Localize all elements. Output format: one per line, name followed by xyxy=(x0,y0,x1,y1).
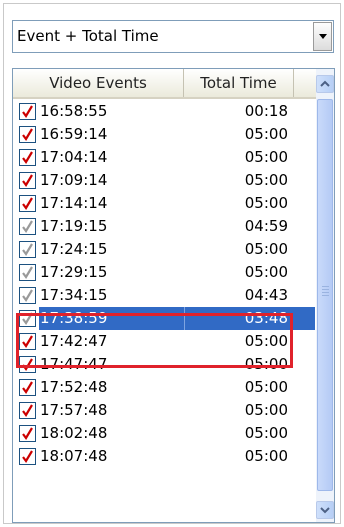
chevron-down-icon xyxy=(319,34,327,39)
video-events-list[interactable]: Video Events Total Time 16:58:55 00:18 16:… xyxy=(12,68,335,523)
event-checkbox[interactable] xyxy=(19,149,36,166)
event-total-time: 05:00 xyxy=(244,401,288,419)
column-header-video-events[interactable]: Video Events xyxy=(13,69,184,97)
event-total-time: 00:18 xyxy=(244,102,288,120)
event-total-time: 05:00 xyxy=(244,240,288,258)
event-checkbox[interactable] xyxy=(19,172,36,189)
event-total-time: 05:00 xyxy=(244,447,288,465)
event-checkbox[interactable] xyxy=(19,448,36,465)
event-checkbox[interactable] xyxy=(19,126,36,143)
checkmark-icon xyxy=(22,174,33,187)
checkmark-icon xyxy=(22,427,33,440)
dropdown-button[interactable] xyxy=(313,22,332,51)
event-time: 17:04:14 xyxy=(40,148,108,166)
table-row[interactable]: 17:09:14 05:00 xyxy=(13,169,317,192)
event-total-time: 05:00 xyxy=(244,378,288,396)
table-row[interactable]: 18:02:48 05:00 xyxy=(13,422,317,445)
checkmark-icon xyxy=(22,105,33,118)
checkmark-icon xyxy=(22,381,33,394)
event-time: 17:57:48 xyxy=(40,401,108,419)
list-header: Video Events Total Time xyxy=(13,69,317,99)
event-time: 16:59:14 xyxy=(40,125,108,143)
view-mode-selected: Event + Total Time xyxy=(17,27,159,45)
thumb-grip-line xyxy=(322,292,329,293)
event-panel: Event + Total Time Video Events Total Ti… xyxy=(3,3,341,524)
event-checkbox[interactable] xyxy=(19,402,36,419)
highlight-box xyxy=(16,313,293,368)
event-time: 18:02:48 xyxy=(40,424,108,442)
event-checkbox[interactable] xyxy=(19,195,36,212)
table-row[interactable]: 17:04:14 05:00 xyxy=(13,146,317,169)
event-checkbox[interactable] xyxy=(19,241,36,258)
scroll-thumb[interactable] xyxy=(317,99,333,491)
checkmark-icon xyxy=(22,128,33,141)
table-row[interactable]: 16:58:55 00:18 xyxy=(13,100,317,123)
scroll-up-button[interactable] xyxy=(316,75,334,93)
event-time: 17:29:15 xyxy=(40,263,108,281)
event-checkbox[interactable] xyxy=(19,264,36,281)
table-row[interactable]: 17:57:48 05:00 xyxy=(13,399,317,422)
table-row[interactable]: 17:24:15 05:00 xyxy=(13,238,317,261)
event-time: 17:19:15 xyxy=(40,217,108,235)
table-row[interactable]: 18:07:48 05:00 xyxy=(13,445,317,468)
event-checkbox[interactable] xyxy=(19,287,36,304)
event-checkbox[interactable] xyxy=(19,379,36,396)
checkmark-icon xyxy=(22,450,33,463)
table-row[interactable]: 16:59:14 05:00 xyxy=(13,123,317,146)
vertical-scrollbar[interactable] xyxy=(316,69,334,522)
event-total-time: 05:00 xyxy=(244,125,288,143)
event-time: 17:24:15 xyxy=(40,240,108,258)
thumb-grip-line xyxy=(322,286,329,287)
event-total-time: 05:00 xyxy=(244,171,288,189)
thumb-grip-line xyxy=(322,295,329,296)
scroll-down-button[interactable] xyxy=(316,501,334,519)
table-row[interactable]: 17:52:48 05:00 xyxy=(13,376,317,399)
view-mode-dropdown[interactable]: Event + Total Time xyxy=(12,20,334,53)
table-row[interactable]: 17:19:15 04:59 xyxy=(13,215,317,238)
table-row[interactable]: 17:29:15 05:00 xyxy=(13,261,317,284)
event-total-time: 04:43 xyxy=(244,286,288,304)
event-time: 16:58:55 xyxy=(40,102,108,120)
event-time: 17:52:48 xyxy=(40,378,108,396)
checkmark-icon xyxy=(22,266,33,279)
table-row[interactable]: 17:34:15 04:43 xyxy=(13,284,317,307)
event-total-time: 05:00 xyxy=(244,194,288,212)
checkmark-icon xyxy=(22,197,33,210)
event-checkbox[interactable] xyxy=(19,103,36,120)
checkmark-icon xyxy=(22,404,33,417)
event-time: 17:34:15 xyxy=(40,286,108,304)
scroll-down-arrow-icon xyxy=(320,507,330,514)
event-checkbox[interactable] xyxy=(19,425,36,442)
event-total-time: 05:00 xyxy=(244,263,288,281)
table-row[interactable]: 17:14:14 05:00 xyxy=(13,192,317,215)
event-time: 17:09:14 xyxy=(40,171,108,189)
event-total-time: 04:59 xyxy=(244,217,288,235)
event-checkbox[interactable] xyxy=(19,218,36,235)
column-header-total-time[interactable]: Total Time xyxy=(184,69,294,97)
event-time: 18:07:48 xyxy=(40,447,108,465)
event-time: 17:14:14 xyxy=(40,194,108,212)
thumb-grip-line xyxy=(322,289,329,290)
checkmark-icon xyxy=(22,220,33,233)
checkmark-icon xyxy=(22,289,33,302)
event-total-time: 05:00 xyxy=(244,148,288,166)
checkmark-icon xyxy=(22,151,33,164)
scroll-up-arrow-icon xyxy=(320,80,330,87)
checkmark-icon xyxy=(22,243,33,256)
event-total-time: 05:00 xyxy=(244,424,288,442)
